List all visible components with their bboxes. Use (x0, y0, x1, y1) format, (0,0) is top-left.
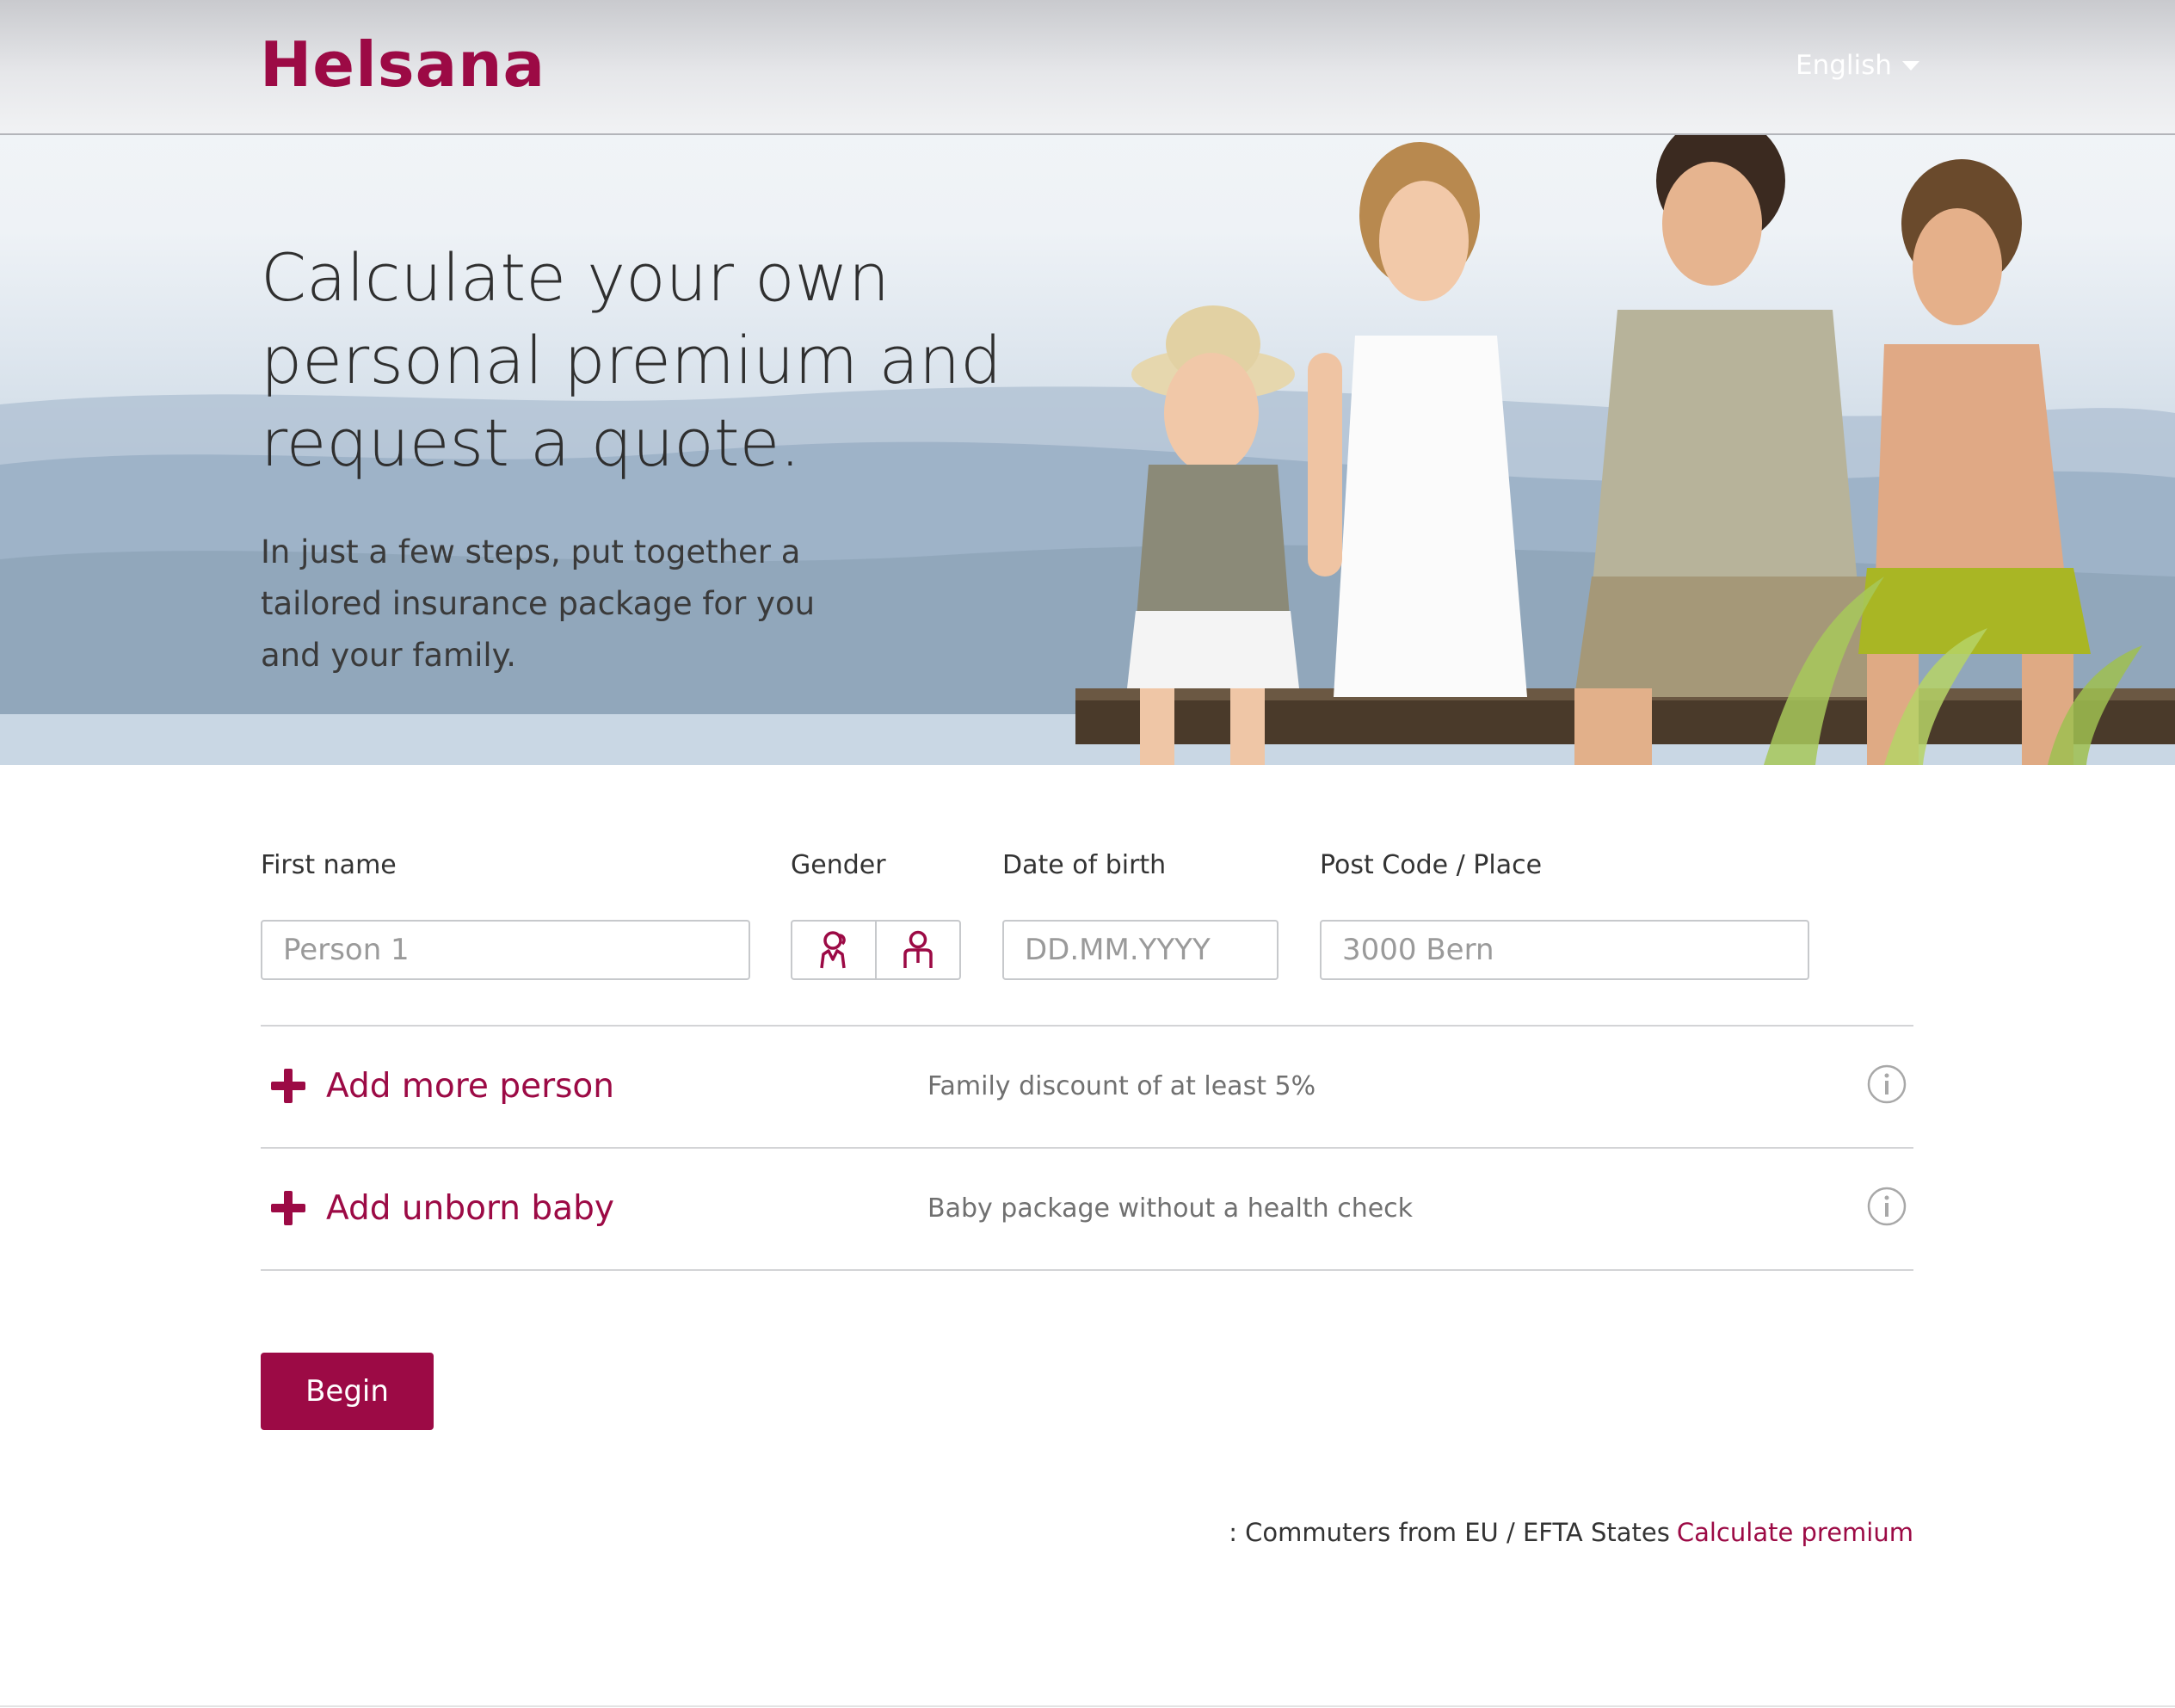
site-header: Helsana English (0, 0, 2175, 135)
post-code-input[interactable] (1320, 920, 1809, 980)
add-baby-row: Add unborn baby Baby package without a h… (261, 1149, 1913, 1267)
gender-toggle (791, 920, 961, 980)
family-discount-text: Family discount of at least 5% (927, 1070, 1316, 1101)
divider (261, 1269, 1913, 1271)
commuters-text: : Commuters from EU / EFTA States (1229, 1518, 1670, 1547)
add-unborn-baby-button[interactable]: Add unborn baby (269, 1149, 614, 1267)
info-icon[interactable] (1867, 1187, 1907, 1226)
page-bottom-border (0, 1705, 2175, 1707)
info-icon[interactable] (1867, 1064, 1907, 1104)
add-person-row: Add more person Family discount of at le… (261, 1027, 1913, 1145)
add-more-person-button[interactable]: Add more person (269, 1027, 614, 1145)
female-icon (820, 931, 846, 969)
baby-package-text: Baby package without a health check (927, 1193, 1414, 1224)
date-of-birth-input[interactable] (1002, 920, 1279, 980)
gender-label: Gender (791, 850, 886, 880)
first-name-input[interactable] (261, 920, 750, 980)
male-icon (903, 930, 933, 968)
family-photo (1075, 116, 2175, 765)
first-name-label: First name (261, 850, 397, 880)
commuters-note: : Commuters from EU / EFTA States Calcul… (1229, 1518, 1913, 1547)
language-selector[interactable]: English (1796, 48, 1919, 83)
calculate-premium-link[interactable]: Calculate premium (1677, 1518, 1913, 1547)
language-label: English (1796, 50, 1892, 81)
plus-icon (271, 1191, 305, 1225)
gender-male-button[interactable] (875, 922, 959, 978)
plus-icon (271, 1069, 305, 1103)
chevron-down-icon (1901, 60, 1919, 71)
date-of-birth-label: Date of birth (1002, 850, 1167, 880)
gender-female-button[interactable] (792, 922, 875, 978)
post-code-label: Post Code / Place (1320, 850, 1543, 880)
add-more-person-label: Add more person (326, 1066, 615, 1106)
helsana-logo[interactable]: Helsana (260, 26, 545, 103)
hero-title: Calculate your own personal premium and … (261, 239, 1002, 481)
hero-subtitle: In just a few steps, put together a tail… (261, 533, 816, 674)
begin-button[interactable]: Begin (261, 1353, 434, 1430)
add-unborn-baby-label: Add unborn baby (326, 1188, 614, 1228)
